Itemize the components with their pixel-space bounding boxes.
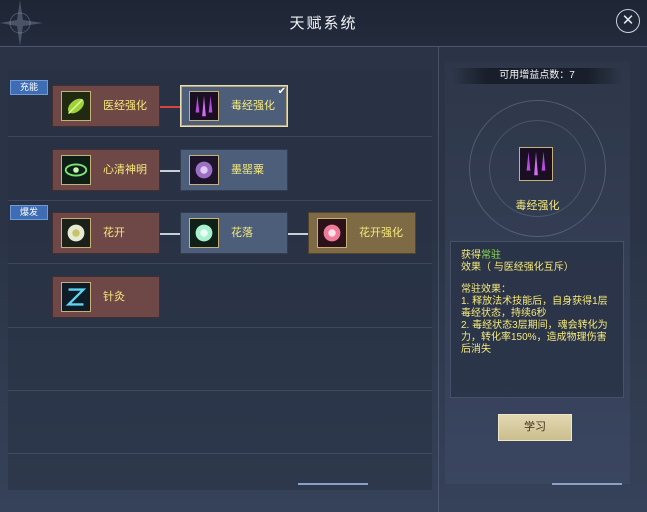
available-points: 可用增益点数：7 — [452, 68, 622, 84]
row-divider — [8, 390, 432, 391]
talent-node-huakai[interactable]: 花开 — [52, 212, 160, 254]
talent-node-huakaiqh[interactable]: 花开强化 — [308, 212, 416, 254]
purple-poppy-icon — [189, 155, 219, 185]
green-eye-icon — [61, 155, 91, 185]
green-leaf-icon — [61, 91, 91, 121]
title-bar: 天赋系统 ✕ — [0, 0, 647, 47]
section-tag-burst: 爆发 — [10, 205, 48, 220]
talent-label: 医经强化 — [103, 100, 147, 112]
close-icon: ✕ — [621, 12, 635, 29]
learn-button[interactable]: 学习 — [498, 414, 572, 441]
talent-label: 墨罂粟 — [231, 164, 264, 176]
talent-label: 花落 — [231, 227, 253, 239]
scroll-indicator — [552, 483, 622, 485]
description-highlight: 常驻 — [481, 250, 501, 261]
connector — [160, 233, 180, 235]
effect-line-2: 2. 毒经状态3层期间，魂会转化为力，转化率150%，造成物理伤害后消失 — [461, 320, 608, 355]
close-button[interactable]: ✕ — [616, 9, 640, 33]
description-main: 获得常驻效果（ 与医经强化互斥） — [461, 250, 613, 274]
active-connector — [160, 106, 180, 108]
pink-lotus-icon — [317, 218, 347, 248]
window-title: 天赋系统 — [289, 15, 358, 32]
talent-node-moying[interactable]: 墨罂粟 — [180, 149, 288, 191]
purple-poison-drops-icon — [189, 91, 219, 121]
effect-line-1: 1. 释放法术技能后，自身获得1层毒经状态，持续6秒 — [461, 296, 608, 319]
effect-title: 常驻效果： — [461, 284, 511, 295]
white-lotus-icon — [61, 218, 91, 248]
talent-node-hualuo[interactable]: 花落 — [180, 212, 288, 254]
row-divider — [8, 200, 432, 201]
connector — [160, 170, 180, 172]
row-divider — [8, 453, 432, 454]
row-divider — [8, 263, 432, 264]
blue-needle-icon — [61, 282, 91, 312]
selected-talent-name: 毒经强化 — [515, 200, 560, 212]
talent-node-zhenjiu[interactable]: 针灸 — [52, 276, 160, 318]
description-suffix: 效果（ 与医经强化互斥） — [461, 262, 574, 273]
talent-node-yijing[interactable]: 医经强化 — [52, 85, 160, 127]
description-prefix: 获得 — [461, 250, 481, 261]
panel-divider — [438, 47, 439, 512]
talent-node-dujing[interactable]: 毒经强化 ✔ — [180, 85, 288, 127]
talent-label: 花开 — [103, 227, 125, 239]
row-divider — [8, 327, 432, 328]
section-tag-charge: 充能 — [10, 80, 48, 95]
talent-label: 毒经强化 — [231, 100, 275, 112]
checkmark-icon: ✔ — [277, 86, 286, 97]
connector — [288, 233, 308, 235]
talent-description: 获得常驻效果（ 与医经强化互斥） 常驻效果： 1. 释放法术技能后，自身获得1层… — [450, 241, 624, 398]
row-divider — [8, 136, 432, 137]
purple-poison-drops-icon — [519, 147, 553, 181]
talent-label: 针灸 — [103, 291, 125, 303]
talent-label: 花开强化 — [359, 227, 403, 239]
green-lotus-icon — [189, 218, 219, 248]
talent-label: 心清神明 — [103, 164, 147, 176]
scroll-indicator — [298, 483, 368, 485]
talent-node-xinqing[interactable]: 心清神明 — [52, 149, 160, 191]
talent-window: 天赋系统 ✕ 充能 爆发 医经强化 毒经强化 ✔ 心清神明 墨罂粟 花开 花落 … — [0, 0, 647, 512]
